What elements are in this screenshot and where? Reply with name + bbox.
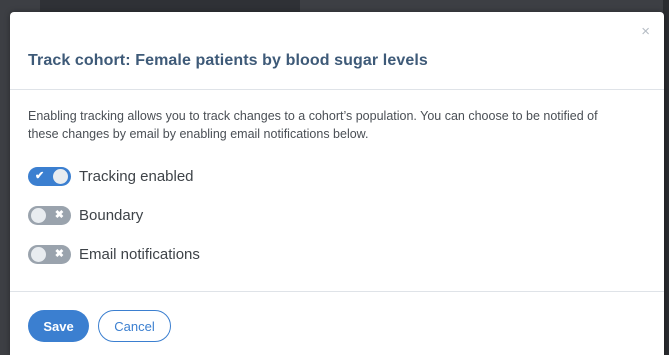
email-notifications-toggle[interactable]: ✖ [28, 245, 71, 264]
check-icon: ✔ [35, 170, 45, 182]
boundary-row: ✖ Boundary [28, 206, 143, 225]
cancel-button[interactable]: Cancel [98, 310, 171, 342]
boundary-toggle[interactable]: ✖ [28, 206, 71, 225]
toggle-knob [31, 208, 46, 223]
dialog-header: × Track cohort: Female patients by blood… [10, 12, 664, 90]
x-icon: ✖ [54, 209, 64, 221]
tracking-enabled-label: Tracking enabled [79, 168, 194, 185]
tracking-enabled-row: ✔ Tracking enabled [28, 167, 194, 186]
x-icon: ✖ [54, 248, 64, 260]
dialog-body: Enabling tracking allows you to track ch… [10, 90, 664, 292]
toggle-knob [53, 169, 68, 184]
track-cohort-dialog: × Track cohort: Female patients by blood… [10, 12, 664, 355]
email-notifications-row: ✖ Email notifications [28, 245, 200, 264]
toggle-knob [31, 247, 46, 262]
tracking-description: Enabling tracking allows you to track ch… [28, 109, 598, 141]
email-notifications-label: Email notifications [79, 246, 200, 263]
close-icon[interactable]: × [641, 24, 650, 39]
dialog-footer: Save Cancel [10, 292, 664, 355]
save-button[interactable]: Save [28, 310, 89, 342]
background-header-strip [40, 0, 300, 12]
boundary-label: Boundary [79, 207, 144, 224]
dialog-title: Track cohort: Female patients by blood s… [28, 52, 428, 69]
tracking-enabled-toggle[interactable]: ✔ [28, 167, 71, 186]
